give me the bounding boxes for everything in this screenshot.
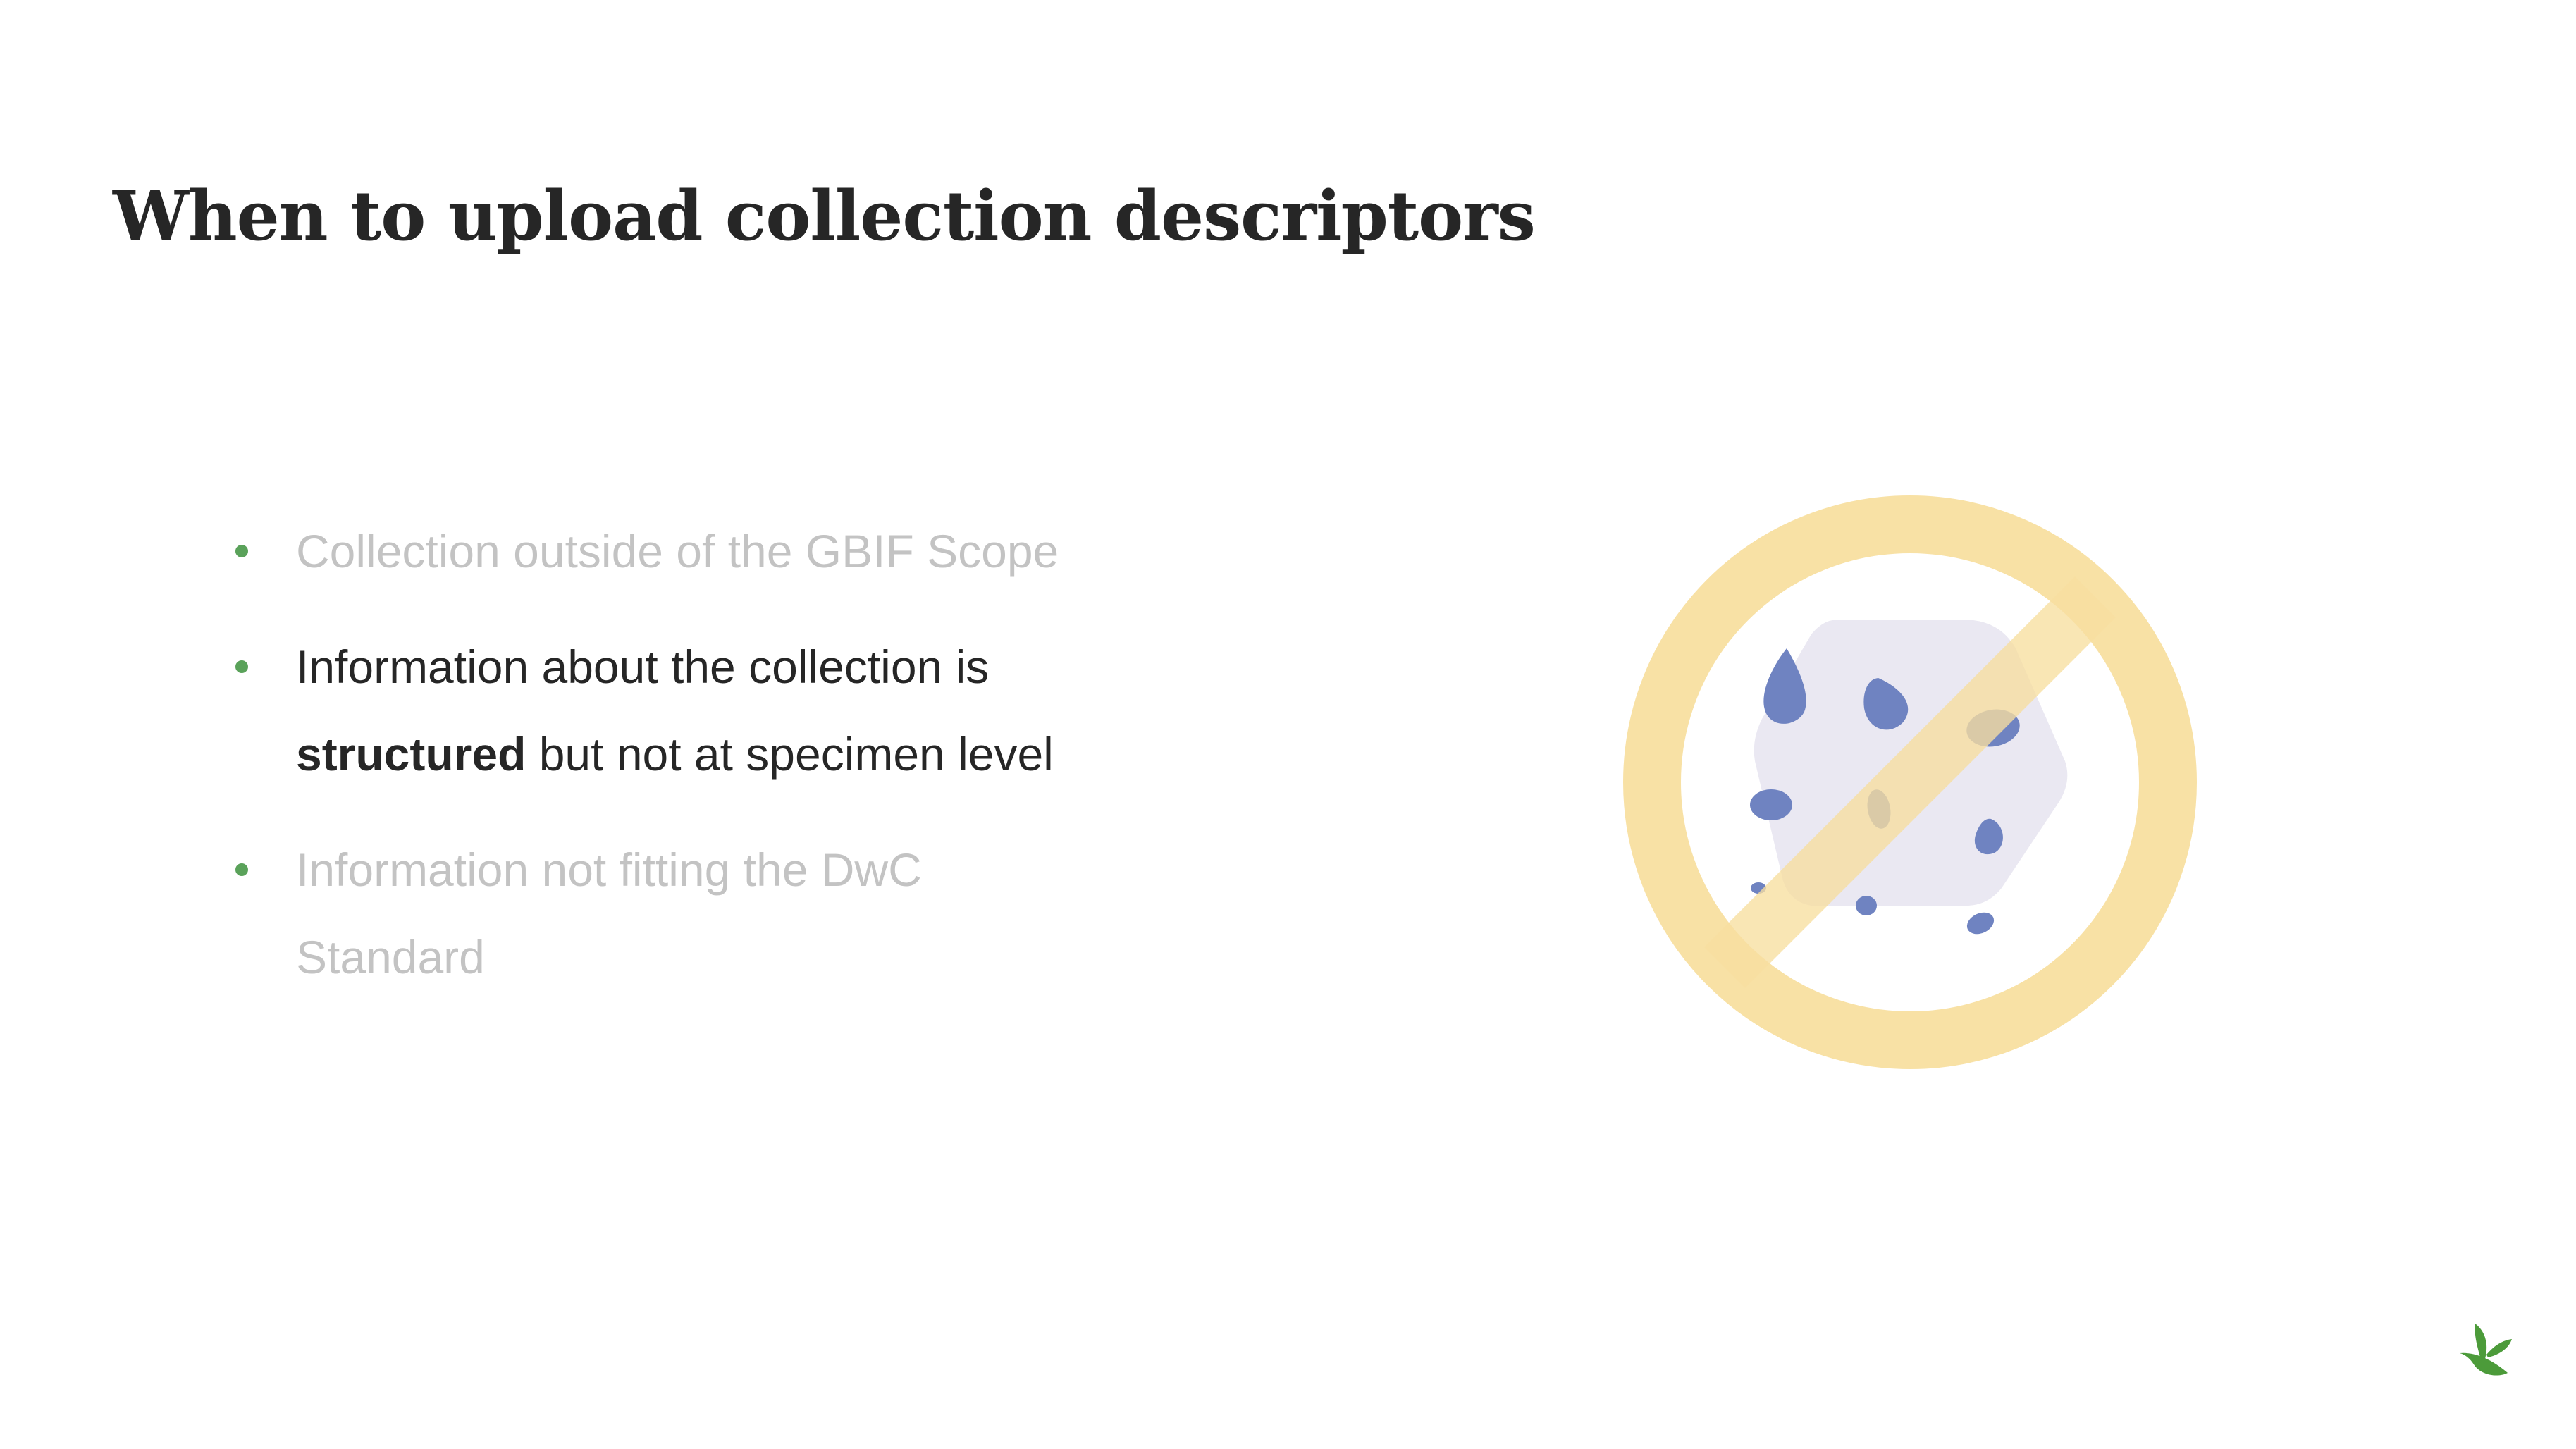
bullet-text-line: Information about the collection is <box>296 641 990 693</box>
slide: When to upload collection descriptors Co… <box>0 0 2576 1449</box>
no-data-prohibited-icon <box>1623 495 2197 1069</box>
bullet-text-emphasis: structured <box>296 728 526 780</box>
slide-title: When to upload collection descriptors <box>113 176 1536 256</box>
bullet-item-dwc-standard: Information not fitting the DwC Standard <box>226 826 1212 1001</box>
bullet-text: Information not fitting the DwC Standard <box>296 844 922 983</box>
bullet-dot-icon <box>235 660 248 673</box>
data-blob <box>1966 912 1995 935</box>
data-blob <box>1856 896 1877 915</box>
data-blob <box>1750 789 1792 820</box>
bullet-text: Information about the collection is struc… <box>296 623 1212 798</box>
bullet-text-line: but not at specimen level <box>526 728 1054 780</box>
bullet-list: Collection outside of the GBIF Scope Inf… <box>226 507 1212 1029</box>
bullet-item-gbif-scope: Collection outside of the GBIF Scope <box>226 507 1212 595</box>
bullet-dot-icon <box>235 545 248 557</box>
bullet-item-structured-info: Information about the collection is struc… <box>226 623 1212 798</box>
gbif-leaf-icon <box>2460 1324 2512 1376</box>
bullet-dot-icon <box>235 863 248 876</box>
bullet-text: Collection outside of the GBIF Scope <box>296 525 1059 577</box>
